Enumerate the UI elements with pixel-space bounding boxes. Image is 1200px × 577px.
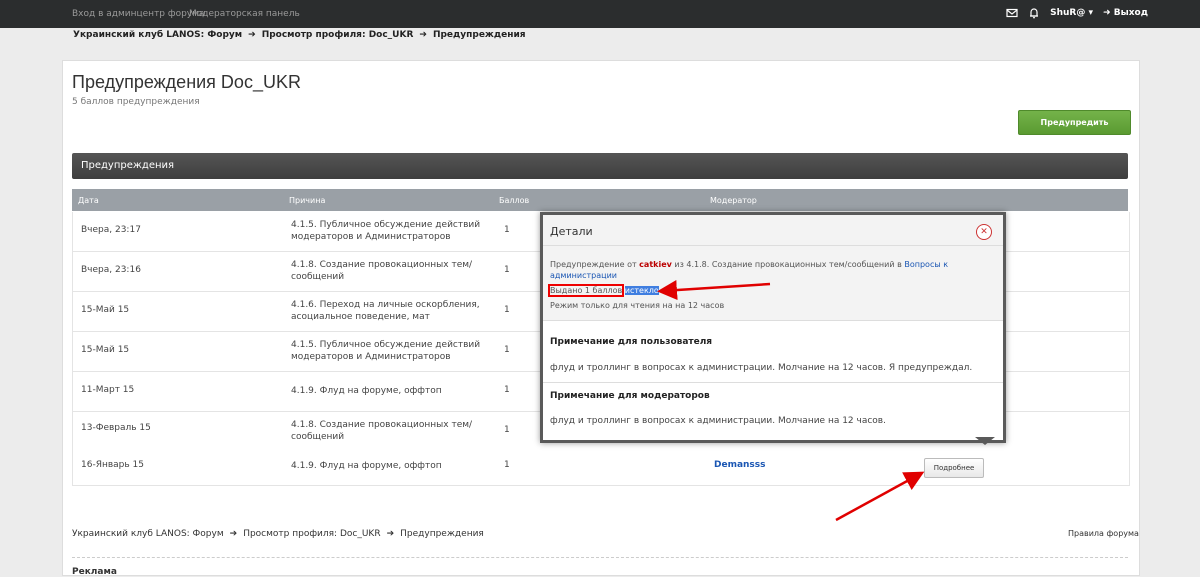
annotation-layer (657, 280, 925, 522)
annotation-arrow (835, 471, 925, 522)
annotation-arrow (657, 280, 771, 301)
